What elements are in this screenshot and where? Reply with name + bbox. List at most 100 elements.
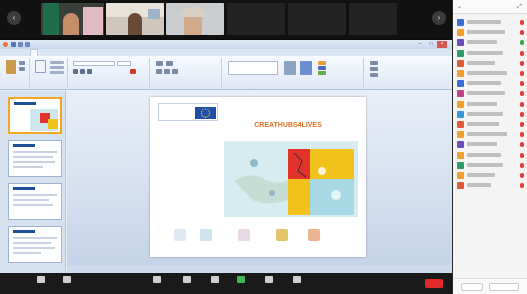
chat-button[interactable] [208,276,222,290]
shape-effects-icon[interactable] [318,71,326,75]
microphone-icon[interactable] [520,50,524,56]
participant-row[interactable] [453,89,527,99]
video-tile-4[interactable] [227,3,285,35]
reactions-button[interactable] [290,276,304,290]
undo-icon[interactable] [18,42,23,47]
invite-button[interactable] [461,283,483,291]
status-bar [67,265,452,273]
bullets-icon[interactable] [156,61,163,66]
cut-icon[interactable] [19,61,25,65]
share-screen-button[interactable] [234,276,248,290]
participant-row[interactable] [453,171,527,181]
italic-icon[interactable] [80,69,85,74]
align-right-icon[interactable] [172,69,178,74]
thumb-heading [13,144,35,147]
participant-row[interactable] [453,79,527,89]
participant-row[interactable] [453,120,527,130]
pop-out-icon[interactable]: ⤢ [517,4,523,10]
participant-row[interactable] [453,110,527,120]
align-left-icon[interactable] [156,69,162,74]
chevron-left-icon[interactable]: ‹ [7,11,21,25]
quick-styles-icon[interactable] [300,61,312,75]
numbering-icon[interactable] [166,61,173,66]
participant-row[interactable] [453,28,527,38]
panel-footer [453,278,527,294]
slide-thumbnail-3[interactable] [8,183,62,220]
video-tile-2[interactable] [106,3,164,35]
video-tile-3[interactable] [166,3,224,35]
video-tile-6[interactable] [349,3,397,35]
microphone-icon[interactable] [520,40,524,46]
slide-thumbnail-1[interactable] [8,97,62,134]
participant-row[interactable] [453,100,527,110]
participant-row[interactable] [453,59,527,69]
shape-fill-icon[interactable] [318,61,326,65]
video-tile-5[interactable] [288,3,346,35]
current-slide[interactable]: CREATHUBS4LIVES [150,97,366,257]
new-slide-icon[interactable] [35,60,46,73]
slide-thumbnail-2[interactable] [8,140,62,177]
underline-icon[interactable] [87,69,92,74]
arrange-icon[interactable] [284,61,296,75]
security-button[interactable] [150,276,164,290]
minimize-button[interactable]: – [415,41,425,48]
align-center-icon[interactable] [164,69,170,74]
find-icon[interactable] [370,61,378,65]
paste-icon[interactable] [6,60,16,74]
participant-row[interactable] [453,140,527,150]
shapes-gallery[interactable] [228,61,278,75]
video-button[interactable] [60,276,74,290]
font-size-field[interactable] [117,61,131,66]
participant-row[interactable] [453,38,527,48]
participant-row[interactable] [453,18,527,28]
microphone-icon[interactable] [520,183,524,189]
mute-all-button[interactable] [489,283,519,291]
microphone-icon[interactable] [520,162,524,168]
replace-icon[interactable] [370,67,378,71]
microphone-icon[interactable] [520,142,524,148]
office-button-icon[interactable] [3,42,8,47]
participant-row[interactable] [453,181,527,191]
maximize-button[interactable]: □ [426,41,436,48]
participant-row[interactable] [453,161,527,171]
mute-button[interactable] [34,276,48,290]
participant-row[interactable] [453,69,527,79]
end-meeting-button[interactable] [425,279,443,288]
video-tile-1[interactable] [41,3,104,35]
microphone-icon[interactable] [520,71,524,76]
microphone-icon[interactable] [520,173,524,178]
shape-outline-icon[interactable] [318,66,326,70]
microphone-icon[interactable] [520,122,524,127]
chevron-down-icon[interactable]: ⌄ [457,4,463,10]
microphone-icon[interactable] [520,60,524,66]
participant-name [467,81,501,86]
redo-icon[interactable] [25,42,30,47]
save-icon[interactable] [11,42,16,47]
tab-home[interactable] [30,49,38,56]
select-icon[interactable] [370,73,378,77]
participant-row[interactable] [453,151,527,161]
microphone-icon[interactable] [520,20,524,25]
participants-button[interactable] [180,276,194,290]
copy-icon[interactable] [19,67,25,71]
microphone-icon[interactable] [520,91,524,97]
microphone-icon[interactable] [520,111,524,117]
reset-icon[interactable] [50,66,64,69]
bold-icon[interactable] [73,69,78,74]
layout-icon[interactable] [50,61,64,64]
font-color-icon[interactable] [130,69,136,74]
font-name-field[interactable] [73,61,115,66]
record-button[interactable] [262,276,276,290]
chevron-right-icon[interactable]: › [432,11,446,25]
delete-icon[interactable] [50,71,64,74]
microphone-icon[interactable] [520,132,524,138]
microphone-icon[interactable] [520,81,524,87]
microphone-icon[interactable] [520,101,524,107]
microphone-icon[interactable] [520,152,524,158]
microphone-icon[interactable] [520,30,524,36]
slide-thumbnail-4[interactable] [8,226,62,263]
participant-row[interactable] [453,49,527,59]
participant-row[interactable] [453,130,527,140]
video-camera-icon [63,276,71,283]
close-button[interactable]: × [437,41,447,48]
